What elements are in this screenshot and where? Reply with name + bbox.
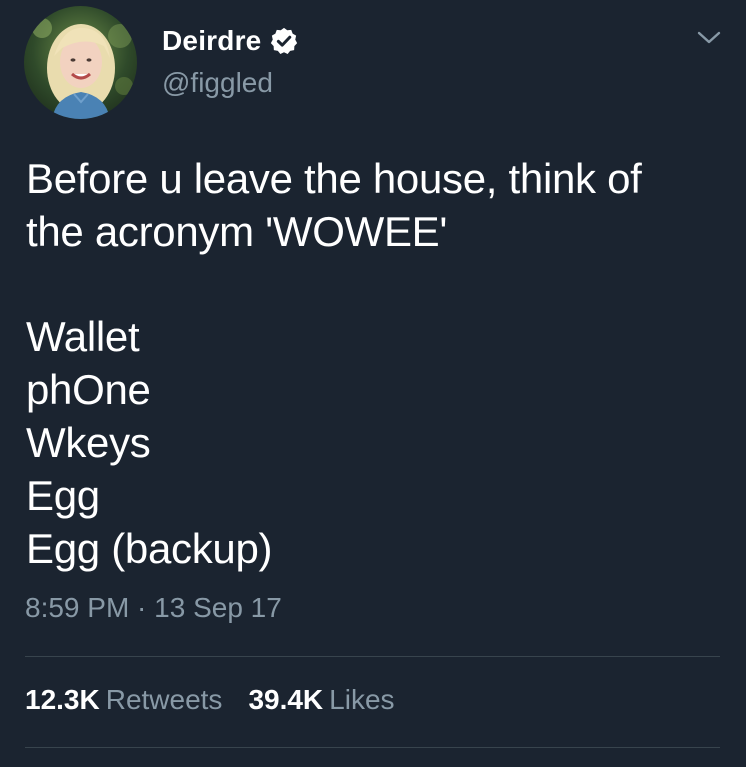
author-display-name[interactable]: Deirdre xyxy=(162,25,261,57)
likes-stat[interactable]: 39.4K Likes xyxy=(248,684,394,716)
tweet-detail: Deirdre @figgled Before u leave the hous… xyxy=(0,0,746,767)
retweets-label: Retweets xyxy=(105,684,223,715)
list-item: Wallet xyxy=(26,313,140,360)
likes-label: Likes xyxy=(329,684,395,715)
divider xyxy=(25,656,720,657)
verified-badge-icon xyxy=(269,26,299,56)
list-item: Egg (backup) xyxy=(26,525,273,572)
tweet-list: Wallet phOne Wkeys Egg Egg (backup) xyxy=(26,310,273,575)
author-handle[interactable]: @figgled xyxy=(162,67,273,99)
tweet-text: Before u leave the house, think of the a… xyxy=(26,152,726,258)
avatar[interactable] xyxy=(24,6,137,119)
list-item: Wkeys xyxy=(26,419,151,466)
likes-count: 39.4K xyxy=(248,684,324,715)
tweet-stats: 12.3K Retweets 39.4K Likes xyxy=(25,684,395,716)
tweet-timestamp[interactable]: 8:59 PM · 13 Sep 17 xyxy=(25,592,282,624)
author-name-row: Deirdre xyxy=(162,25,299,57)
tweet-text-line: the acronym 'WOWEE' xyxy=(26,208,448,255)
divider xyxy=(25,747,720,748)
retweets-count: 12.3K xyxy=(25,684,100,715)
tweet-text-line: Before u leave the house, think of xyxy=(26,155,642,202)
chevron-down-icon[interactable] xyxy=(696,28,722,48)
list-item: phOne xyxy=(26,366,151,413)
retweets-stat[interactable]: 12.3K Retweets xyxy=(25,684,222,716)
profile-photo-icon xyxy=(24,6,137,119)
list-item: Egg xyxy=(26,472,100,519)
